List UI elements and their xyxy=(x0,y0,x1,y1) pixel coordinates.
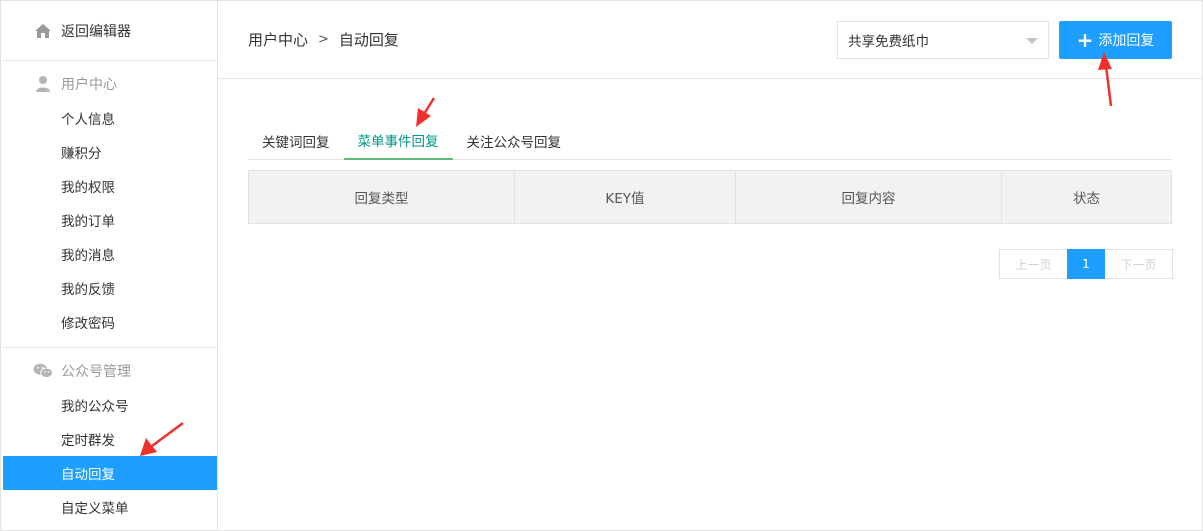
breadcrumb: 用户中心 > 自动回复 xyxy=(248,29,399,50)
wechat-icon xyxy=(33,361,53,381)
breadcrumb-item-user-center[interactable]: 用户中心 xyxy=(248,29,308,50)
prev-page-button[interactable]: 上一页 xyxy=(999,249,1067,279)
add-reply-label: 添加回复 xyxy=(1098,33,1155,49)
sidebar-item-label: 我的权限 xyxy=(61,180,115,196)
tab-label: 关键词回复 xyxy=(262,135,330,151)
sidebar-item-earn-points[interactable]: 赚积分 xyxy=(3,135,217,169)
sidebar-item-label: 自动回复 xyxy=(61,467,115,483)
breadcrumb-separator: > xyxy=(318,32,329,47)
sidebar-item-label: 我的订单 xyxy=(61,214,115,230)
tab-keyword-reply[interactable]: 关键词回复 xyxy=(248,122,344,160)
column-header-status: 状态 xyxy=(1001,170,1172,224)
sidebar-item-label: 赚积分 xyxy=(61,146,102,162)
sidebar-item-change-password[interactable]: 修改密码 xyxy=(3,305,217,339)
user-icon xyxy=(33,74,53,94)
sidebar-group-title: 用户中心 xyxy=(61,77,117,93)
sidebar-item-feedback[interactable]: 我的反馈 xyxy=(3,271,217,305)
tab-follow-reply[interactable]: 关注公众号回复 xyxy=(453,122,576,160)
sidebar-item-label: 我的反馈 xyxy=(61,282,115,298)
sidebar-item-label: 个人信息 xyxy=(61,112,115,128)
sidebar-item-label: 我的消息 xyxy=(61,248,115,264)
sidebar-group-mp-manage: 公众号管理 xyxy=(3,354,217,388)
column-header-reply-content: 回复内容 xyxy=(735,170,1002,224)
sidebar-item-profile[interactable]: 个人信息 xyxy=(3,101,217,135)
page-number-current[interactable]: 1 xyxy=(1067,249,1105,279)
sidebar-item-auto-reply[interactable]: 自动回复 xyxy=(3,456,217,490)
sidebar-group-title: 公众号管理 xyxy=(61,364,131,380)
sidebar-section-user-center: 用户中心 个人信息 赚积分 我的权限 我的订单 我的消息 我的反馈 修改密码 xyxy=(3,61,217,348)
sidebar-item-label: 自定义菜单 xyxy=(61,501,129,517)
tab-label: 菜单事件回复 xyxy=(357,134,439,150)
next-page-button[interactable]: 下一页 xyxy=(1105,249,1173,279)
sidebar-item-permissions[interactable]: 我的权限 xyxy=(3,169,217,203)
reply-table: 回复类型 KEY值 回复内容 状态 xyxy=(248,170,1172,224)
chevron-down-icon xyxy=(1026,38,1038,44)
reply-type-tabs: 关键词回复 菜单事件回复 关注公众号回复 xyxy=(248,122,1172,160)
breadcrumb-item-current: 自动回复 xyxy=(338,31,399,49)
sidebar-item-custom-menu[interactable]: 自定义菜单 xyxy=(3,490,217,524)
sidebar-group-user-center: 用户中心 xyxy=(3,67,217,101)
home-icon xyxy=(33,21,53,41)
sidebar-section-mp-manage: 公众号管理 我的公众号 定时群发 自动回复 自定义菜单 xyxy=(3,348,217,524)
column-header-key: KEY值 xyxy=(514,170,736,224)
tab-label: 关注公众号回复 xyxy=(466,135,562,151)
add-reply-button[interactable]: + 添加回复 xyxy=(1059,21,1172,59)
account-select-value: 共享免费纸巾 xyxy=(848,34,929,50)
sidebar-item-messages[interactable]: 我的消息 xyxy=(3,237,217,271)
table-header-row: 回复类型 KEY值 回复内容 状态 xyxy=(248,170,1172,224)
column-header-reply-type: 回复类型 xyxy=(248,170,515,224)
back-to-editor-label: 返回编辑器 xyxy=(61,23,131,40)
sidebar-item-orders[interactable]: 我的订单 xyxy=(3,203,217,237)
plus-icon: + xyxy=(1076,28,1094,52)
sidebar-item-my-accounts[interactable]: 我的公众号 xyxy=(3,388,217,422)
sidebar-item-scheduled-broadcast[interactable]: 定时群发 xyxy=(3,422,217,456)
back-to-editor-link[interactable]: 返回编辑器 xyxy=(3,1,217,61)
sidebar-item-label: 定时群发 xyxy=(61,433,115,449)
account-select[interactable]: 共享免费纸巾 xyxy=(837,21,1049,59)
sidebar-item-label: 修改密码 xyxy=(61,316,115,332)
page-header: 用户中心 > 自动回复 共享免费纸巾 + 添加回复 xyxy=(218,1,1202,79)
sidebar-item-label: 我的公众号 xyxy=(61,399,129,415)
sidebar: 返回编辑器 用户中心 个人信息 赚积分 我的权限 我的订单 我的消息 我的反馈 … xyxy=(3,1,218,530)
pagination: 上一页 1 下一页 xyxy=(999,249,1173,279)
tab-menu-event-reply[interactable]: 菜单事件回复 xyxy=(343,122,453,160)
